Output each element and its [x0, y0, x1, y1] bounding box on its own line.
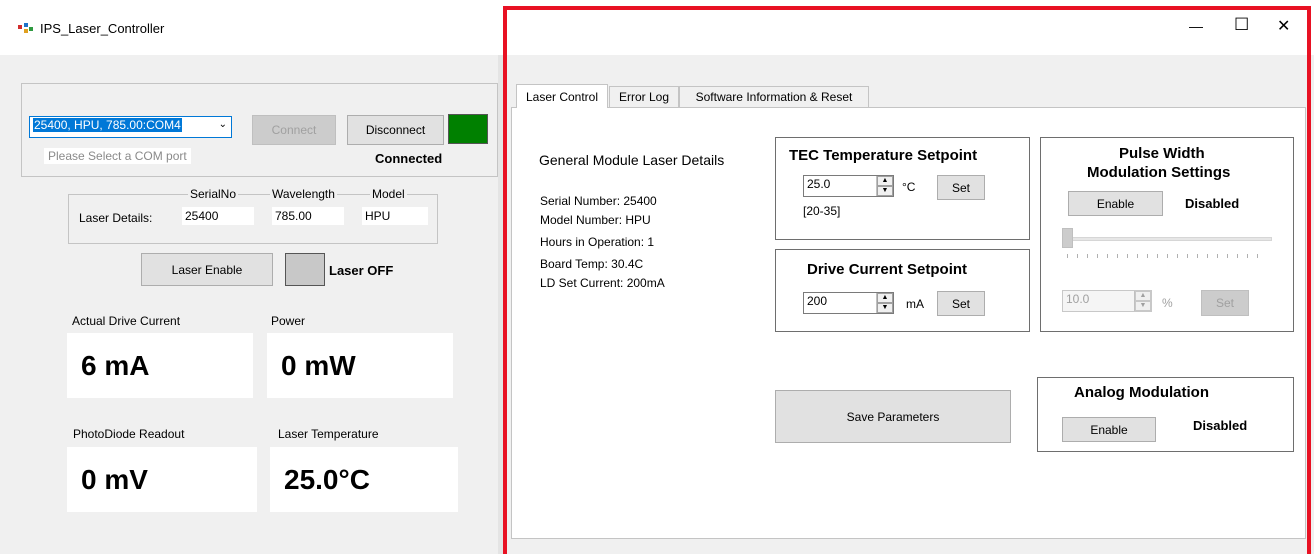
photodiode-readout: 0 mV	[67, 447, 257, 512]
com-port-value: 25400, HPU, 785.00:COM4	[33, 118, 182, 132]
laser-indicator	[285, 253, 325, 286]
app-icon	[18, 22, 34, 34]
connection-indicator	[448, 114, 488, 144]
com-port-hint: Please Select a COM port	[44, 148, 191, 164]
model-value: HPU	[362, 207, 428, 225]
serial-value: 25400	[182, 207, 254, 225]
drive-current-label: Actual Drive Current	[72, 314, 181, 328]
laser-status: Laser OFF	[329, 263, 394, 278]
model-header: Model	[370, 187, 407, 201]
chevron-down-icon: ⌄	[218, 119, 227, 130]
laser-enable-button[interactable]: Laser Enable	[141, 253, 273, 286]
power-readout: 0 mW	[267, 333, 453, 398]
tab-laser-control[interactable]: Laser Control	[516, 84, 608, 108]
wavelength-header: Wavelength	[270, 187, 337, 201]
photodiode-label: PhotoDiode Readout	[73, 427, 185, 441]
drive-current-readout: 6 mA	[67, 333, 253, 398]
wavelength-value: 785.00	[272, 207, 344, 225]
power-label: Power	[271, 314, 306, 328]
temperature-readout: 25.0°C	[270, 447, 458, 512]
connect-button[interactable]: Connect	[252, 115, 336, 145]
highlight-frame	[503, 6, 1311, 554]
serial-header: SerialNo	[188, 187, 239, 201]
laser-details-label: Laser Details:	[79, 211, 153, 225]
window-title: IPS_Laser_Controller	[40, 21, 165, 36]
temperature-label: Laser Temperature	[278, 427, 379, 441]
disconnect-button[interactable]: Disconnect	[347, 115, 444, 145]
connection-status: Connected	[375, 151, 443, 166]
com-port-select[interactable]: 25400, HPU, 785.00:COM4 ⌄	[29, 116, 232, 138]
